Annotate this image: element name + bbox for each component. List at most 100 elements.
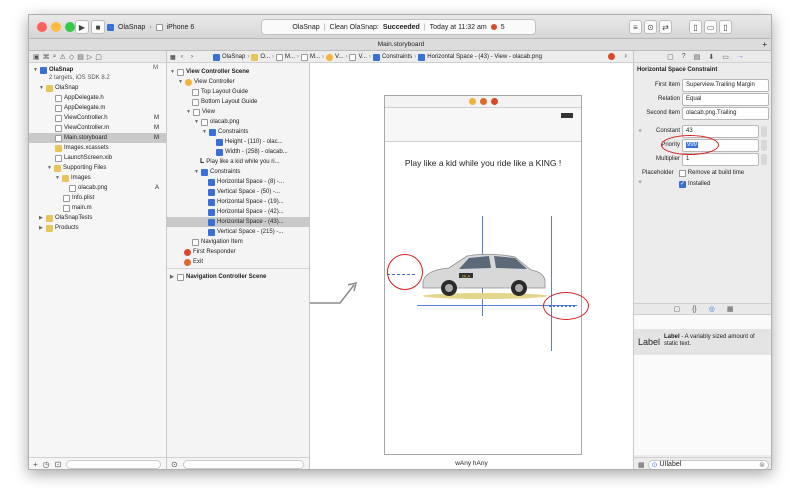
size-inspector-icon[interactable]: ▭: [722, 53, 729, 61]
headline-label[interactable]: Play like a kid while you ride like a KI…: [385, 158, 581, 168]
run-button[interactable]: ▶: [75, 20, 89, 34]
file-inspector-icon[interactable]: ▢: [667, 53, 674, 61]
storyboard-canvas[interactable]: Play like a kid while you ride like a KI…: [310, 51, 633, 469]
olacab-image[interactable]: OLA: [419, 248, 549, 300]
outline-item-view-constraints[interactable]: ▼ Constraints: [194, 167, 240, 177]
outline-item-width-constraint[interactable]: Width - (258) - olacab...: [216, 147, 288, 157]
outline-item-height-constraint[interactable]: Height - (110) - olac...: [216, 137, 283, 147]
chevron-right-icon[interactable]: ›: [624, 51, 627, 60]
test-icon[interactable]: ◇: [69, 53, 74, 61]
standard-editor-button[interactable]: ≡: [629, 20, 642, 34]
toggle-utilities-button[interactable]: ▯: [719, 20, 732, 34]
outline-item-constraints[interactable]: ▼ Constraints: [202, 127, 248, 137]
tree-item-main-m[interactable]: main.m: [63, 203, 92, 213]
placeholder-checkbox[interactable]: [678, 169, 686, 177]
minimize-window-button[interactable]: [51, 22, 61, 32]
outline-item-view[interactable]: ▼ View: [186, 107, 215, 117]
outline-item-vc-scene[interactable]: ▼ View Controller Scene: [170, 67, 249, 77]
toggle-navigator-button[interactable]: ▯: [689, 20, 702, 34]
outline-item-constraint[interactable]: Vertical Space - (215) -...: [208, 227, 283, 237]
help-icon[interactable]: ?: [682, 53, 686, 60]
tree-item-supporting-files[interactable]: ▼ Supporting Files: [47, 163, 106, 173]
file-template-icon[interactable]: ▢: [673, 305, 680, 313]
outline-item-bottom-layout-guide[interactable]: Bottom Layout Guide: [192, 97, 257, 107]
clear-icon[interactable]: ⊗: [759, 461, 765, 469]
installed-checkbox[interactable]: ✓: [679, 180, 686, 188]
tree-item-olasnaptests[interactable]: ▶ OlaSnapTests: [39, 213, 92, 223]
tree-item-info-plist[interactable]: Info.plist: [63, 193, 94, 203]
tree-item-olacab-png[interactable]: olacab.png A: [69, 183, 159, 193]
filter-icon[interactable]: ⊙: [171, 460, 178, 469]
outline-item-top-layout-guide[interactable]: Top Layout Guide: [192, 87, 248, 97]
scm-filter-icon[interactable]: ⊡: [55, 460, 62, 469]
outline-item-constraint[interactable]: Horizontal Space - (19)...: [208, 197, 284, 207]
code-snippet-icon[interactable]: {}: [692, 306, 697, 313]
second-item-select[interactable]: olacab.png.Trailing: [682, 107, 769, 120]
tree-item-launchscreen[interactable]: LaunchScreen.xib: [55, 153, 112, 163]
symbol-icon[interactable]: ⌘: [43, 53, 50, 61]
attributes-inspector-icon[interactable]: ⬇: [708, 53, 714, 61]
stop-button[interactable]: ■: [91, 20, 105, 34]
back-icon[interactable]: ‹: [181, 51, 183, 63]
exit-icon[interactable]: [490, 98, 498, 105]
disclosure-open-icon[interactable]: ▼: [33, 65, 38, 75]
folder-icon[interactable]: ▣: [33, 53, 40, 61]
priority-stepper[interactable]: [761, 140, 767, 151]
media-library-icon[interactable]: ▦: [727, 305, 734, 313]
multiplier-field[interactable]: 1: [682, 153, 759, 166]
tree-item-appdelegate-h[interactable]: AppDelegate.h: [55, 93, 104, 103]
error-icon[interactable]: [490, 24, 497, 30]
tree-item-images-folder[interactable]: ▼ Images: [55, 173, 91, 183]
toggle-debug-button[interactable]: ▭: [704, 20, 717, 34]
editor-tab[interactable]: Main.storyboard: [378, 41, 425, 48]
outline-filter-input[interactable]: [182, 460, 304, 469]
add-icon[interactable]: +: [33, 460, 38, 469]
forward-icon[interactable]: ›: [191, 51, 193, 63]
outline-item-first-responder[interactable]: First Responder: [184, 247, 236, 257]
outline-item-constraint[interactable]: Horizontal Space - (42)...: [208, 207, 284, 217]
navigator-filter-input[interactable]: [66, 460, 161, 469]
tree-item-appdelegate-m[interactable]: AppDelegate.m: [55, 103, 105, 113]
connections-inspector-icon[interactable]: →: [737, 53, 744, 60]
breadcrumb[interactable]: OlaSnap › O... › M... › M... › V... › V... › C…: [213, 51, 542, 63]
tree-item-products[interactable]: ▶ Products: [39, 223, 79, 233]
first-responder-icon[interactable]: [479, 98, 487, 105]
size-class-toggle[interactable]: wAny hAny: [310, 460, 633, 467]
close-window-button[interactable]: [37, 22, 47, 32]
tree-item-main-storyboard[interactable]: Main.storyboard M: [29, 133, 166, 143]
constant-stepper[interactable]: [761, 126, 767, 137]
object-library-icon[interactable]: ◎: [709, 305, 715, 313]
breakpoint-icon[interactable]: ▷: [87, 53, 92, 61]
library-item-label[interactable]: Label Label - A variably sized amount of…: [634, 329, 771, 355]
issue-icon[interactable]: [608, 53, 615, 60]
outline-item-exit[interactable]: Exit: [184, 257, 203, 267]
outline-item-view-controller[interactable]: ▼ View Controller: [178, 77, 235, 87]
tree-item-images-xcassets[interactable]: Images.xcassets: [55, 143, 109, 153]
outline-item-label[interactable]: L Play like a kid while you ri...: [200, 157, 280, 167]
tree-item-olasnap-group[interactable]: ▼ OlaSnap: [39, 83, 78, 93]
library-filter-input[interactable]: ⊙ UIlabel ⊗: [647, 459, 769, 469]
scheme-selector[interactable]: OlaSnap › iPhone 6: [107, 20, 211, 34]
outline-item-constraint[interactable]: Horizontal Space - (8) -...: [208, 177, 284, 187]
tree-item-viewcontroller-h[interactable]: ViewController.h M: [55, 113, 159, 123]
add-tab-icon[interactable]: +: [762, 39, 767, 51]
grid-view-icon[interactable]: ▦: [638, 461, 645, 469]
outline-item-navigation-item[interactable]: Navigation Item: [192, 237, 243, 247]
view-controller-icon[interactable]: [468, 98, 476, 105]
segue-arrow[interactable]: [310, 273, 390, 313]
add-installed-variation-icon[interactable]: +: [638, 179, 642, 186]
zoom-window-button[interactable]: [65, 22, 75, 32]
related-items-icon[interactable]: ▦: [170, 51, 176, 63]
outline-item-nav-controller-scene[interactable]: ▶ Navigation Controller Scene: [170, 272, 266, 282]
tree-item-viewcontroller-m[interactable]: ViewController.m M: [55, 123, 159, 133]
version-editor-button[interactable]: ⇄: [659, 20, 672, 34]
view-controller-scene[interactable]: Play like a kid while you ride like a KI…: [384, 95, 589, 455]
outline-item-constraint[interactable]: Vertical Space - (50) -...: [208, 187, 280, 197]
report-icon[interactable]: ▢: [95, 53, 102, 61]
warning-icon[interactable]: ⚠: [60, 53, 66, 61]
debug-icon[interactable]: ▤: [77, 53, 84, 61]
recent-icon[interactable]: ◷: [43, 460, 50, 469]
relation-select[interactable]: Equal: [682, 93, 769, 106]
multiplier-stepper[interactable]: [761, 154, 767, 165]
first-item-select[interactable]: Superview.Trailing Margin: [682, 79, 769, 92]
